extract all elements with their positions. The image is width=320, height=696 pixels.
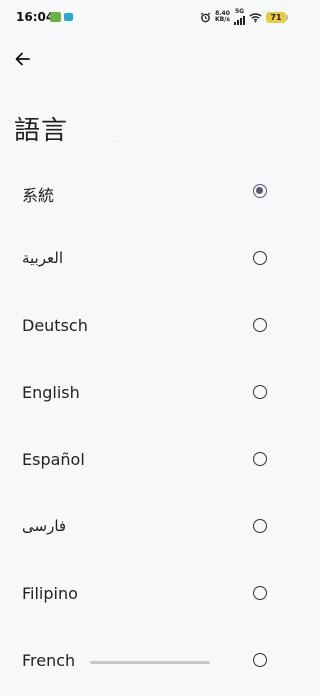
network-speed-unit: KB/s xyxy=(215,16,230,23)
language-list: 系統 العربية Deutsch English Español فارسی… xyxy=(0,160,300,696)
language-label: العربية xyxy=(22,249,63,267)
radio-unselected-icon[interactable] xyxy=(253,385,267,399)
language-label: English xyxy=(22,383,80,402)
battery-tip xyxy=(286,14,288,20)
radio-unselected-icon[interactable] xyxy=(253,452,267,466)
status-time: 16:04 xyxy=(16,10,55,24)
language-label: Deutsch xyxy=(22,316,88,335)
status-bar: 16:04 8.40 KB/s 5G 71 xyxy=(0,0,300,36)
alarm-icon xyxy=(200,12,211,23)
radio-unselected-icon[interactable] xyxy=(253,653,267,667)
radio-selected-icon[interactable] xyxy=(253,184,267,198)
message-notification-icon xyxy=(64,13,73,21)
radio-unselected-icon[interactable] xyxy=(253,519,267,533)
divider-dot xyxy=(117,141,118,142)
network-speed: 8.40 KB/s xyxy=(215,11,230,23)
language-item-english[interactable]: English xyxy=(0,361,300,428)
language-label: Filipino xyxy=(22,584,78,603)
language-item-deutsch[interactable]: Deutsch xyxy=(0,294,300,361)
radio-unselected-icon[interactable] xyxy=(253,318,267,332)
game-notification-icon xyxy=(50,12,61,22)
battery-icon: 71 xyxy=(266,11,288,23)
back-button[interactable] xyxy=(12,48,34,70)
home-indicator[interactable] xyxy=(90,661,210,664)
language-label: Español xyxy=(22,450,85,469)
language-label: French xyxy=(22,651,76,670)
language-item-espanol[interactable]: Español xyxy=(0,428,300,495)
language-label: فارسی xyxy=(22,517,67,535)
wifi-icon xyxy=(249,12,262,23)
language-item-system[interactable]: 系統 xyxy=(0,160,300,227)
language-item-arabic[interactable]: العربية xyxy=(0,227,300,294)
status-indicators: 8.40 KB/s 5G 71 xyxy=(200,9,288,25)
arrow-left-icon xyxy=(15,52,30,66)
radio-unselected-icon[interactable] xyxy=(253,251,267,265)
radio-unselected-icon[interactable] xyxy=(253,586,267,600)
language-label: 系統 xyxy=(22,186,55,205)
language-item-farsi[interactable]: فارسی xyxy=(0,495,300,562)
battery-level: 71 xyxy=(266,11,286,23)
language-item-filipino[interactable]: Filipino xyxy=(0,562,300,629)
network-type: 5G xyxy=(234,9,245,25)
signal-icon xyxy=(234,15,245,25)
page-title: 語言 xyxy=(14,116,69,146)
